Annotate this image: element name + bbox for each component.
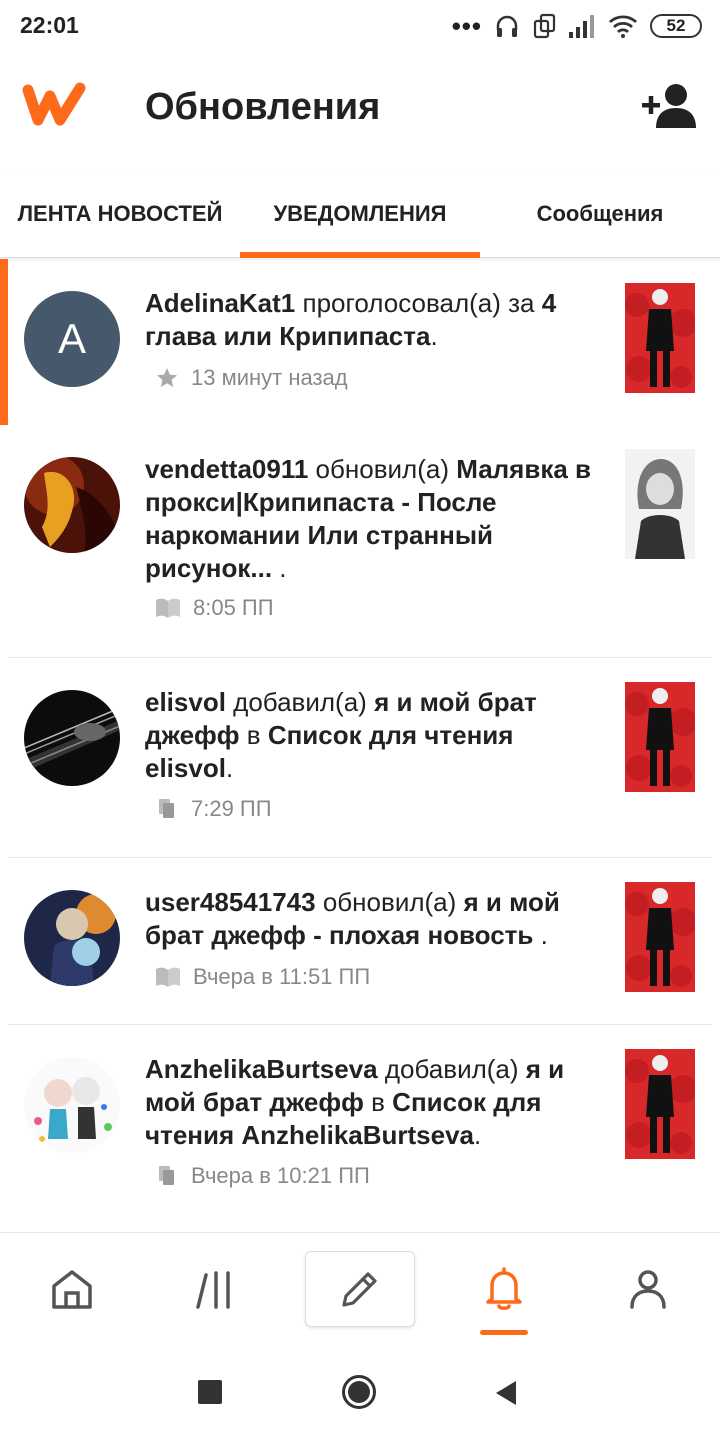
notification-text: elisvol добавил(а) я и мой брат джефф в …: [145, 686, 600, 785]
avatar-image: [24, 1057, 120, 1153]
notification-user[interactable]: vendetta0911: [145, 454, 308, 484]
back-icon[interactable]: [494, 1380, 518, 1406]
notification-meta: 8:05 ПП: [155, 595, 274, 621]
notification-time: 7:29 ПП: [191, 796, 272, 821]
notification-item[interactable]: vendetta0911 обновил(а) Малявка в прокси…: [0, 425, 720, 658]
recents-icon[interactable]: [198, 1380, 222, 1404]
story-cover-image: [625, 682, 695, 792]
notification-time: Вчера в 11:51 ПП: [193, 964, 371, 989]
book-icon: [156, 967, 180, 987]
app-header: Обновления: [0, 52, 720, 170]
notification-meta: 13 минут назад: [155, 365, 348, 391]
status-bar: 22:01 ••• 52: [0, 0, 720, 52]
tab-news-feed[interactable]: ЛЕНТА НОВОСТЕЙ: [0, 170, 240, 258]
sim-icon: [533, 13, 556, 39]
signal-icon: [569, 15, 594, 38]
status-time: 22:01: [20, 12, 79, 38]
nav-home[interactable]: [0, 1233, 144, 1345]
story-cover-image: [625, 449, 695, 559]
avatar-image: [24, 690, 120, 786]
more-dots-icon: •••: [451, 11, 482, 41]
notification-list: A AdelinaKat1 проголосовал(а) за 4 глава…: [0, 259, 720, 1225]
star-icon: [157, 368, 177, 387]
nav-profile[interactable]: [576, 1233, 720, 1345]
story-cover[interactable]: [625, 1049, 695, 1159]
story-cover[interactable]: [625, 283, 695, 393]
avatar-letter: A: [24, 291, 120, 387]
avatar[interactable]: [24, 457, 120, 553]
notification-text: vendetta0911 обновил(а) Малявка в прокси…: [145, 453, 600, 585]
nav-library[interactable]: [144, 1233, 288, 1345]
active-nav-indicator: [480, 1330, 528, 1335]
active-tab-indicator: [240, 252, 480, 258]
headphones-icon: [496, 15, 518, 37]
battery-indicator: 52: [650, 14, 702, 38]
write-icon: [342, 1272, 377, 1307]
notification-meta: Вчера в 10:21 ПП: [155, 1163, 370, 1189]
notification-tail: .: [474, 1120, 482, 1150]
story-cover[interactable]: [625, 682, 695, 792]
story-cover-image: [625, 882, 695, 992]
avatar[interactable]: [24, 1057, 120, 1153]
notification-item[interactable]: elisvol добавил(а) я и мой брат джефф в …: [0, 658, 720, 858]
tab-bar: ЛЕНТА НОВОСТЕЙ УВЕДОМЛЕНИЯ Сообщения: [0, 170, 720, 258]
avatar-image: [24, 890, 120, 986]
notification-time: Вчера в 10:21 ПП: [191, 1163, 370, 1188]
notification-time: 13 минут назад: [191, 365, 348, 390]
story-cover[interactable]: [625, 449, 695, 559]
wattpad-logo-icon[interactable]: [22, 80, 88, 128]
notification-item[interactable]: user48541743 обновил(а) я и мой брат дже…: [0, 858, 720, 1025]
nav-write[interactable]: [288, 1233, 432, 1345]
notification-action: добавил(а): [377, 1054, 526, 1084]
story-cover-image: [625, 1049, 695, 1159]
add-user-icon[interactable]: [642, 82, 698, 130]
home-icon: [52, 1270, 92, 1309]
notification-mid: в: [363, 1087, 393, 1117]
copy-icon: [159, 1166, 174, 1185]
profile-icon: [630, 1270, 666, 1309]
notification-item[interactable]: A AdelinaKat1 проголосовал(а) за 4 глава…: [0, 259, 720, 425]
notification-tail: .: [430, 321, 438, 351]
tab-notifications[interactable]: УВЕДОМЛЕНИЯ: [240, 170, 480, 258]
wifi-icon: [609, 15, 637, 38]
status-icons: ••• 52: [452, 12, 702, 40]
notification-user[interactable]: AnzhelikaBurtseva: [145, 1054, 378, 1084]
unread-indicator: [0, 259, 8, 425]
notification-action: обновил(а): [308, 454, 457, 484]
notification-text: user48541743 обновил(а) я и мой брат дже…: [145, 886, 600, 952]
story-cover-image: [625, 283, 695, 393]
notification-tail: .: [225, 753, 234, 783]
page-title: Обновления: [145, 86, 381, 128]
notification-item[interactable]: AnzhelikaBurtseva добавил(а) я и мой бра…: [0, 1025, 720, 1225]
notification-tail: .: [272, 553, 287, 583]
nav-notifications[interactable]: [432, 1233, 576, 1345]
system-navigation-bar: [0, 1344, 720, 1440]
notification-mid: в: [239, 720, 268, 750]
notification-action: добавил(а): [225, 687, 375, 717]
notification-user[interactable]: AdelinaKat1: [145, 288, 295, 318]
notifications-icon: [486, 1267, 522, 1310]
notification-text: AdelinaKat1 проголосовал(а) за 4 глава и…: [145, 287, 600, 353]
tab-messages[interactable]: Сообщения: [480, 170, 720, 258]
avatar[interactable]: [24, 890, 120, 986]
library-icon: [196, 1271, 230, 1309]
notification-action: проголосовал(а) за: [295, 288, 542, 318]
story-cover[interactable]: [625, 882, 695, 992]
copy-icon: [159, 799, 174, 818]
notification-user[interactable]: elisvol: [145, 687, 226, 717]
avatar[interactable]: A: [24, 291, 120, 387]
notification-action: обновил(а): [315, 887, 464, 917]
notification-meta: 7:29 ПП: [155, 796, 272, 822]
notification-meta: Вчера в 11:51 ПП: [155, 964, 370, 990]
avatar-image: [24, 457, 120, 553]
bottom-navigation: [0, 1232, 720, 1344]
notification-text: AnzhelikaBurtseva добавил(а) я и мой бра…: [145, 1053, 600, 1152]
notification-time: 8:05 ПП: [193, 595, 274, 620]
notification-user[interactable]: user48541743: [145, 887, 316, 917]
book-icon: [156, 598, 180, 618]
notification-tail: .: [533, 920, 548, 950]
avatar[interactable]: [24, 690, 120, 786]
home-system-icon[interactable]: [341, 1374, 377, 1410]
